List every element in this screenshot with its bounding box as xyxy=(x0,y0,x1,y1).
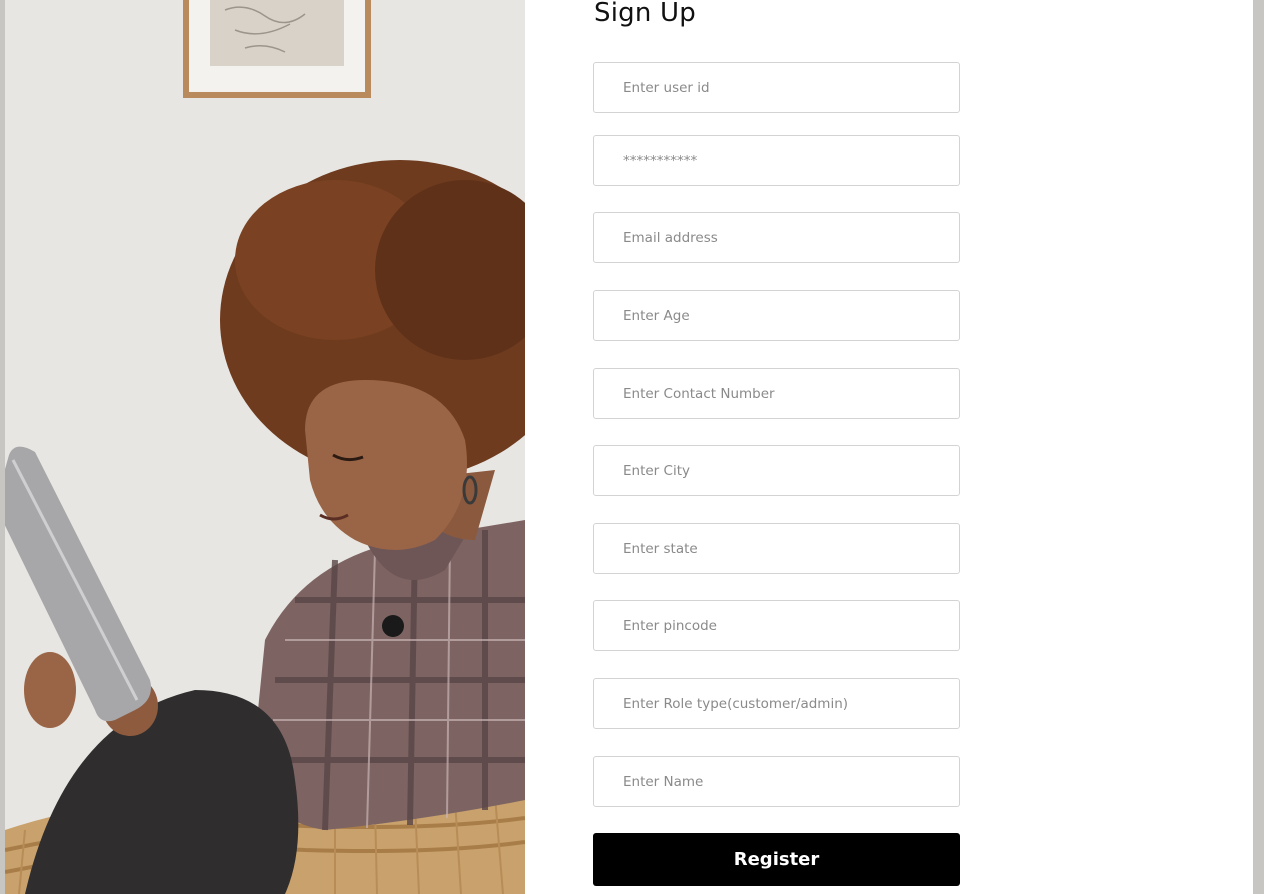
age-input[interactable] xyxy=(593,290,960,341)
password-input[interactable] xyxy=(593,135,960,186)
city-input[interactable] xyxy=(593,445,960,496)
pincode-input[interactable] xyxy=(593,600,960,651)
contact-number-input[interactable] xyxy=(593,368,960,419)
email-input[interactable] xyxy=(593,212,960,263)
role-type-input[interactable] xyxy=(593,678,960,729)
signup-page: Sign Up Register xyxy=(5,0,1253,894)
user-id-input[interactable] xyxy=(593,62,960,113)
state-input[interactable] xyxy=(593,523,960,574)
hero-image xyxy=(5,0,525,894)
page-title: Sign Up xyxy=(594,0,696,28)
register-button[interactable]: Register xyxy=(593,833,960,886)
name-input[interactable] xyxy=(593,756,960,807)
signup-form: Sign Up Register xyxy=(593,0,961,894)
